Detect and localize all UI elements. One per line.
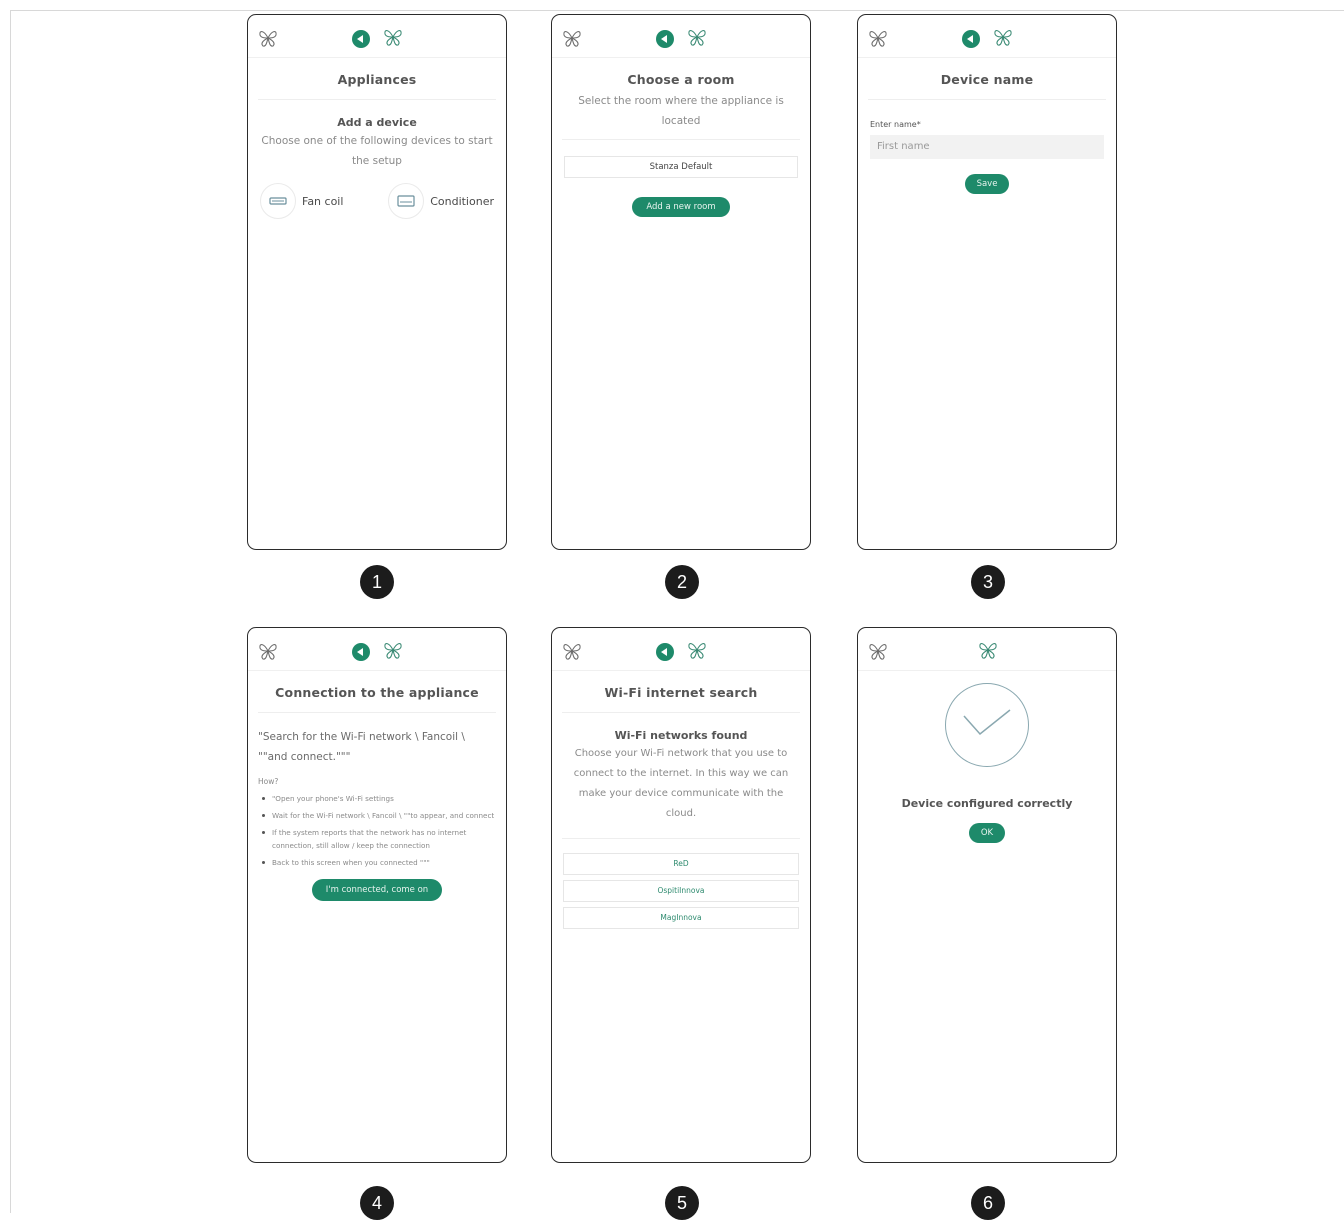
butterfly-logo-icon [994, 30, 1012, 46]
save-button[interactable]: Save [964, 174, 1010, 194]
back-arrow-icon[interactable] [352, 30, 370, 48]
device-option-label: Conditioner [430, 194, 494, 208]
divider [562, 139, 800, 140]
device-option-conditioner[interactable]: Conditioner [388, 183, 494, 219]
connected-button[interactable]: I'm connected, come on [311, 879, 443, 901]
how-label: How? [258, 777, 279, 786]
step-number-badge: 3 [971, 565, 1005, 599]
divider [258, 712, 496, 713]
list-item: If the system reports that the network h… [260, 826, 496, 852]
room-option-stanza-default[interactable]: Stanza Default [564, 156, 798, 178]
butterfly-logo-icon [384, 30, 402, 46]
connection-instruction: "Search for the Wi-Fi network \ Fancoil … [258, 731, 465, 763]
butterfly-logo-icon [688, 643, 706, 659]
device-options: Fan coil Conditioner [248, 183, 506, 219]
app-header [248, 628, 506, 671]
phone-screen-appliances: Appliances Add a device Choose one of th… [247, 14, 507, 550]
steps-list: "Open your phone's Wi-Fi settings Wait f… [248, 792, 506, 869]
divider [868, 99, 1106, 100]
section-description: Choose one of the following devices to s… [261, 135, 493, 167]
phone-screen-configured: Device configured correctly OK [857, 627, 1117, 1163]
fan-coil-icon [260, 183, 296, 219]
page-title: Wi-Fi internet search [604, 685, 758, 700]
ok-button[interactable]: OK [968, 823, 1006, 843]
page-title: Device name [940, 72, 1034, 87]
device-option-label: Fan coil [302, 194, 344, 208]
step-number-badge: 5 [665, 1186, 699, 1220]
step-number-badge: 4 [360, 1186, 394, 1220]
conditioner-icon [388, 183, 425, 219]
butterfly-logo-icon [259, 644, 277, 660]
frame-top-line [10, 10, 1344, 11]
butterfly-logo-icon [259, 31, 277, 47]
network-item[interactable]: ReD [563, 853, 799, 875]
list-item: Wait for the Wi-Fi network \ Fancoil \ "… [260, 809, 496, 822]
back-arrow-icon[interactable] [352, 643, 370, 661]
butterfly-logo-icon [979, 643, 997, 659]
butterfly-logo-icon [563, 31, 581, 47]
back-arrow-icon[interactable] [656, 643, 674, 661]
divider [258, 99, 496, 100]
section-title: Wi-Fi networks found [614, 729, 748, 742]
page-title: Choose a room [627, 72, 735, 87]
butterfly-logo-icon [688, 30, 706, 46]
phone-screen-choose-room: Choose a room Select the room where the … [551, 14, 811, 550]
step-number-badge: 2 [665, 565, 699, 599]
app-header [552, 15, 810, 58]
divider [562, 838, 800, 839]
network-item[interactable]: MagInnova [563, 907, 799, 929]
phone-screen-device-name: Device name Enter name* First name Save [857, 14, 1117, 550]
page-description: Select the room where the appliance is l… [578, 95, 784, 127]
app-header [858, 628, 1116, 671]
back-arrow-icon[interactable] [962, 30, 980, 48]
name-field-label: Enter name* [870, 120, 921, 129]
app-header [858, 15, 1116, 58]
butterfly-logo-icon [869, 644, 887, 660]
network-list: ReD OspitiInnova MagInnova [552, 853, 810, 929]
phone-screen-connection: Connection to the appliance "Search for … [247, 627, 507, 1163]
section-description: Choose your Wi-Fi network that you use t… [573, 748, 789, 819]
success-message: Device configured correctly [901, 797, 1073, 810]
step-number-badge: 6 [971, 1186, 1005, 1220]
divider [562, 712, 800, 713]
list-item: Back to this screen when you connected "… [260, 856, 496, 869]
checkmark-icon [945, 683, 1029, 767]
butterfly-logo-icon [384, 643, 402, 659]
device-name-input[interactable]: First name [870, 135, 1104, 159]
network-item[interactable]: OspitiInnova [563, 880, 799, 902]
device-option-fan-coil[interactable]: Fan coil [260, 183, 343, 219]
app-header [552, 628, 810, 671]
step-number-badge: 1 [360, 565, 394, 599]
page-title: Appliances [337, 72, 417, 87]
butterfly-logo-icon [563, 644, 581, 660]
list-item: "Open your phone's Wi-Fi settings [260, 792, 496, 805]
butterfly-logo-icon [869, 31, 887, 47]
phone-screen-wifi-search: Wi-Fi internet search Wi-Fi networks fou… [551, 627, 811, 1163]
app-header [248, 15, 506, 58]
add-room-button[interactable]: Add a new room [632, 197, 730, 217]
back-arrow-icon[interactable] [656, 30, 674, 48]
page-title: Connection to the appliance [275, 685, 479, 700]
frame-left-line [10, 10, 11, 1213]
section-title: Add a device [337, 116, 417, 129]
